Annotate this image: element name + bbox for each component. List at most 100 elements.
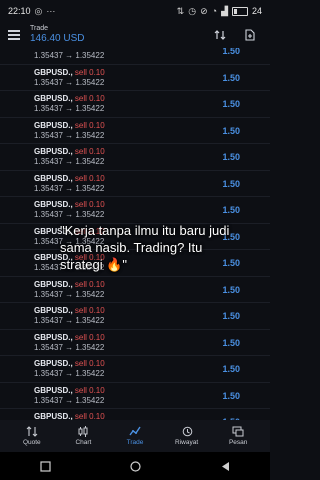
order-side: sell 0.10 (74, 385, 105, 395)
symbol: GBPUSD., (34, 147, 73, 156)
bottom-nav: Quote Chart Trade Riwayat Pesan (0, 420, 270, 452)
profit-value: 1.50 (222, 311, 240, 321)
order-side: sell 0.10 (74, 306, 105, 315)
list-item[interactable]: GBPUSD., sell 0.101.35437 → 1.35422 1.50 (0, 383, 270, 409)
order-side: sell 0.10 (74, 94, 105, 103)
new-order-icon[interactable] (244, 29, 256, 41)
tab-quote[interactable]: Quote (6, 420, 58, 452)
price-range: 1.35437 → 1.35422 (34, 395, 105, 405)
profit-value: 1.50 (222, 205, 240, 215)
symbol-line: GBPUSD., sell 0.10 (34, 333, 105, 343)
list-item[interactable]: GBPUSD., sell 0.101.35437 → 1.35422 1.50 (0, 65, 270, 91)
symbol-line: GBPUSD., sell 0.10 (34, 306, 105, 316)
tab-messages[interactable]: Pesan (212, 420, 264, 452)
symbol-line: GBPUSD., sell 0.10 (34, 94, 105, 104)
symbol-line: GBPUSD., sell 0.10 (34, 359, 105, 369)
tab-chart-label: Chart (75, 439, 92, 446)
status-bar: 22:10 ◎ ··· ⇅ ◷ ⊘ ◔ ▟ 24 (0, 0, 270, 22)
order-side: sell 0.10 (74, 120, 105, 130)
list-item[interactable]: GBPUSD., sell 0.101.35437 → 1.354221.50 (0, 91, 270, 118)
tab-chart[interactable]: Chart (58, 420, 110, 452)
battery-icon (231, 6, 248, 16)
account-balance: 146.40 USD (30, 33, 85, 44)
profit-value: 1.50 (222, 178, 240, 189)
dnd-icon: ⊘ (200, 5, 208, 16)
list-item[interactable]: GBPUSD., sell 0.101.35437 → 1.354221.50 (0, 356, 270, 383)
symbol-line: GBPUSD., sell 0.10 (34, 147, 105, 157)
price-range: 1.35437 → 1.35422 (34, 369, 105, 378)
system-nav-bar (0, 452, 270, 480)
list-item[interactable]: GBPUSD., sell 0.101.35437 → 1.35422 1.50 (0, 118, 270, 144)
app-bar: Trade 146.40 USD (0, 22, 270, 48)
tab-trade-label: Trade (126, 439, 144, 446)
history-icon (182, 426, 192, 437)
symbol-line: GBPUSD., sell 0.10 (34, 412, 105, 420)
clock: 22:10 (8, 6, 31, 16)
video-caption: "Kerja tanpa ilmu itu baru judi sama nas… (60, 223, 230, 272)
list-item[interactable]: GBPUSD., sell 0.101.35437 → 1.35422 1.50 (0, 144, 270, 171)
list-item[interactable]: GBPUSD., sell 0.101.35437 → 1.354221.50 (0, 409, 270, 420)
price-range: 1.35437 → 1.35422 (34, 77, 105, 87)
battery-percent: 24 (251, 6, 262, 16)
profit-value: 1.50 (222, 125, 240, 136)
price-range: 1.35437 → 1.35422 (34, 289, 105, 299)
whatsapp-icon: ◎ (34, 5, 43, 16)
symbol: GBPUSD., (34, 67, 73, 77)
list-item[interactable]: GBPUSD., sell 0.101.35437 → 1.35422 1.50 (0, 277, 270, 303)
tab-history-label: Riwayat (175, 439, 199, 446)
wifi-icon: ◔ (211, 5, 218, 16)
symbol: GBPUSD., (34, 412, 73, 420)
signal-icon: ▟ (221, 5, 228, 16)
data-icon: ⇅ (176, 5, 185, 16)
profit-value: 1.50 (222, 99, 240, 109)
tab-messages-label: Pesan (228, 439, 248, 446)
tab-history[interactable]: Riwayat (161, 420, 213, 452)
recent-apps-icon[interactable] (39, 460, 51, 472)
price-range: 1.35437 → 1.35422 (34, 316, 105, 325)
symbol-line: GBPUSD., sell 0.10 (34, 200, 105, 210)
back-icon[interactable] (220, 461, 231, 472)
order-side: sell 0.10 (74, 412, 105, 420)
page-title: Trade (30, 25, 49, 32)
list-item[interactable]: GBPUSD., sell 0.101.35437 → 1.354221.50 (0, 197, 270, 224)
order-side: sell 0.10 (74, 279, 105, 289)
profit-value: 1.50 (222, 390, 240, 401)
symbol: GBPUSD., (34, 385, 73, 395)
list-item[interactable]: GBPUSD., sell 0.101.35437 → 1.35422 1.50 (0, 171, 270, 197)
price-range: 1.35437 → 1.35422 (34, 130, 105, 140)
price-range: 1.35437 → 1.35422 (34, 183, 105, 193)
symbol-line: GBPUSD., sell 0.10 (34, 68, 105, 78)
symbol: GBPUSD., (34, 359, 73, 368)
symbol: GBPUSD., (34, 279, 73, 289)
profit-value: 1.50 (222, 284, 240, 295)
alarm-icon: ◷ (188, 5, 197, 16)
profit-value: 1.50 (222, 337, 240, 348)
menu-icon[interactable] (8, 30, 20, 40)
price-range: 1.35437 → 1.35422 (34, 342, 105, 352)
symbol-line: GBPUSD., sell 0.10 (34, 121, 105, 131)
symbol: GBPUSD., (34, 120, 73, 130)
trade-icon (129, 426, 141, 436)
profit-value: 1.50 (222, 48, 240, 56)
profit-value: 1.50 (222, 152, 240, 162)
symbol-line: GBPUSD., sell 0.10 (34, 386, 105, 396)
order-side: sell 0.10 (74, 332, 105, 342)
list-item[interactable]: GBPUSD., sell 0.101.35437 → 1.35422 1.50 (0, 303, 270, 330)
messages-icon (232, 426, 244, 437)
sort-icon[interactable] (214, 29, 226, 41)
home-icon[interactable] (129, 460, 141, 472)
symbol: GBPUSD., (34, 332, 73, 342)
symbol: GBPUSD., (34, 94, 73, 103)
symbol: GBPUSD., (34, 173, 73, 183)
symbol: GBPUSD., (34, 200, 73, 209)
symbol-line: GBPUSD., sell 0.10 (34, 174, 105, 184)
list-item[interactable]: GBPUSD., sell 0.101.35437 → 1.35422 1.50 (0, 330, 270, 356)
tab-quote-label: Quote (22, 439, 41, 446)
profit-value: 1.50 (222, 72, 240, 83)
symbol: GBPUSD., (34, 306, 73, 315)
tab-trade[interactable]: Trade (109, 420, 161, 452)
price-range: 1.35437 → 1.35422 (34, 51, 105, 60)
list-item[interactable]: 1.35437 → 1.35422 1.50 (0, 48, 270, 65)
order-side: sell 0.10 (74, 359, 105, 368)
price-range: 1.35437 → 1.35422 (34, 157, 105, 166)
